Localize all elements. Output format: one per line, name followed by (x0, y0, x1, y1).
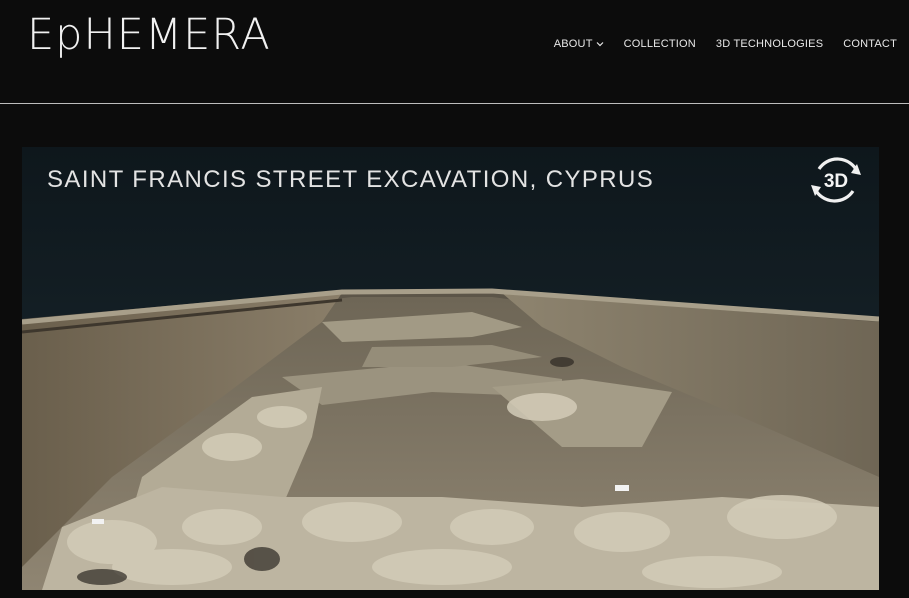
3d-rotate-icon[interactable]: 3D (807, 151, 865, 209)
nav-item-about[interactable]: ABOUT (554, 38, 604, 50)
hero-3d-viewer[interactable]: SAINT FRANCIS STREET EXCAVATION, CYPRUS … (22, 147, 879, 590)
site-logo[interactable]: EpHEMERA (27, 14, 271, 57)
excavation-photo (22, 147, 879, 590)
nav-item-contact[interactable]: CONTACT (843, 38, 897, 50)
3d-badge-label: 3D (824, 171, 848, 192)
nav-item-collection[interactable]: COLLECTION (624, 38, 696, 50)
site-header: EpHEMERA ABOUT COLLECTION 3D TECHNOLOGIE… (0, 0, 909, 103)
nav-item-about-label: ABOUT (553, 38, 593, 50)
main-nav: ABOUT COLLECTION 3D TECHNOLOGIES CONTACT (554, 38, 897, 50)
nav-item-3d-technologies[interactable]: 3D TECHNOLOGIES (716, 38, 823, 50)
hero-title: SAINT FRANCIS STREET EXCAVATION, CYPRUS (47, 166, 655, 193)
header-divider (0, 103, 909, 104)
chevron-down-icon (596, 42, 604, 47)
